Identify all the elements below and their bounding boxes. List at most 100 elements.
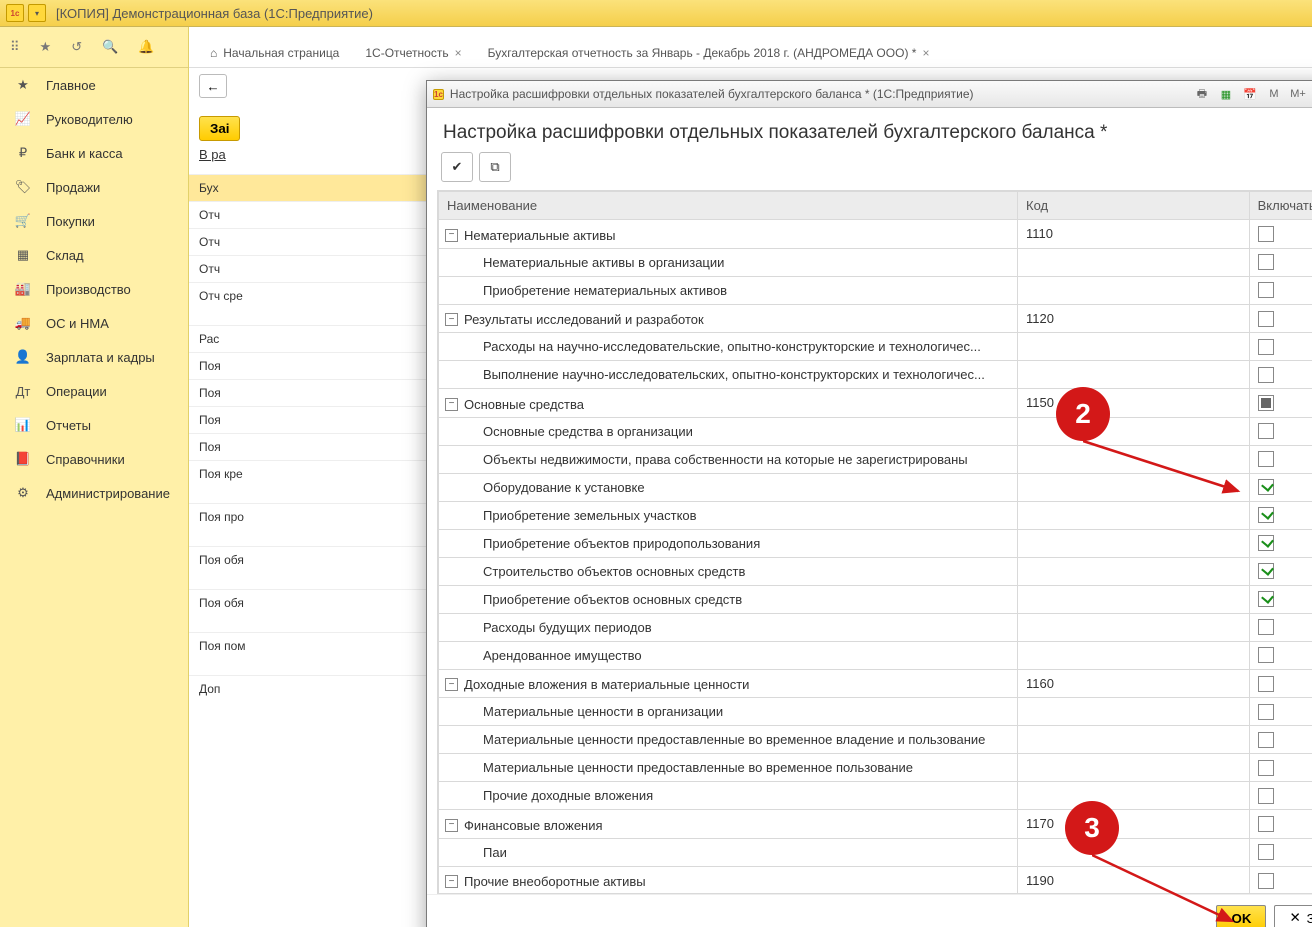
table-row[interactable]: Приобретение объектов природопользования <box>439 529 1312 557</box>
m-plus-button[interactable]: M+ <box>1287 84 1309 104</box>
back-button[interactable]: ← <box>199 74 227 98</box>
sidebar-item[interactable]: ⚙Администрирование <box>0 476 188 510</box>
sidebar-item[interactable]: ★Главное <box>0 68 188 102</box>
tree-toggle-icon[interactable]: − <box>445 875 458 888</box>
sidebar-item[interactable]: 📕Справочники <box>0 442 188 476</box>
table-row[interactable]: −Нематериальные активы1110 <box>439 220 1312 249</box>
sidebar-item[interactable]: 🛒Покупки <box>0 204 188 238</box>
in-work-link[interactable]: В ра <box>199 147 226 162</box>
sidebar-item[interactable]: 🏭Производство <box>0 272 188 306</box>
table-row[interactable]: Арендованное имущество <box>439 641 1312 669</box>
include-checkbox[interactable] <box>1258 676 1274 692</box>
app-menu-dropdown-icon[interactable]: ▾ <box>28 4 46 22</box>
include-checkbox[interactable] <box>1258 367 1274 383</box>
history-icon[interactable]: ↺ <box>71 39 82 55</box>
table-row[interactable]: Основные средства в организации <box>439 417 1312 445</box>
include-checkbox[interactable] <box>1258 311 1274 327</box>
sidebar-item[interactable]: ₽Банк и касса <box>0 136 188 170</box>
include-checkbox[interactable] <box>1258 282 1274 298</box>
sidebar-item[interactable]: ДтОперации <box>0 374 188 408</box>
check-all-button[interactable]: ✔ <box>441 152 473 182</box>
row-name: Прочие внеоборотные активы <box>464 874 646 889</box>
include-checkbox[interactable] <box>1258 844 1274 860</box>
table-row[interactable]: Прочие доходные вложения <box>439 782 1312 810</box>
table-row[interactable]: Расходы будущих периодов <box>439 613 1312 641</box>
include-checkbox[interactable] <box>1258 788 1274 804</box>
notifications-icon[interactable]: 🔔 <box>138 39 154 55</box>
table-row[interactable]: Паи <box>439 838 1312 866</box>
tree-toggle-icon[interactable]: − <box>445 229 458 242</box>
search-icon[interactable]: 🔍 <box>102 39 118 55</box>
table-row[interactable]: Материальные ценности предоставленные во… <box>439 754 1312 782</box>
calc-icon[interactable]: ▦ <box>1215 84 1237 104</box>
sidebar-item[interactable]: 👤Зарплата и кадры <box>0 340 188 374</box>
col-header-code[interactable]: Код <box>1018 192 1250 220</box>
table-row[interactable]: −Основные средства1150 <box>439 389 1312 418</box>
include-checkbox[interactable] <box>1258 732 1274 748</box>
row-code <box>1018 529 1250 557</box>
row-code: 1110 <box>1018 220 1250 249</box>
include-checkbox[interactable] <box>1258 816 1274 832</box>
include-checkbox[interactable] <box>1258 451 1274 467</box>
include-checkbox[interactable] <box>1258 339 1274 355</box>
table-row[interactable]: Строительство объектов основных средств <box>439 557 1312 585</box>
table-row[interactable]: −Результаты исследований и разработок112… <box>439 304 1312 333</box>
calendar-icon[interactable]: 📅 <box>1239 84 1261 104</box>
tree-toggle-icon[interactable]: − <box>445 678 458 691</box>
table-row[interactable]: Материальные ценности предоставленные во… <box>439 726 1312 754</box>
nav-icon: 🏷 <box>14 178 32 196</box>
include-checkbox[interactable] <box>1258 619 1274 635</box>
row-code: 1170 <box>1018 810 1250 839</box>
print-icon[interactable]: 🖶 <box>1191 84 1213 104</box>
col-header-include[interactable]: Включать в отчет <box>1249 192 1312 220</box>
apps-icon[interactable]: ⠿ <box>10 39 20 55</box>
favorite-icon[interactable]: ★ <box>40 39 52 55</box>
table-row[interactable]: Материальные ценности в организации <box>439 698 1312 726</box>
table-row[interactable]: Выполнение научно-исследовательских, опы… <box>439 361 1312 389</box>
table-row[interactable]: Приобретение земельных участков <box>439 501 1312 529</box>
sidebar-item[interactable]: 🚚ОС и НМА <box>0 306 188 340</box>
col-header-name[interactable]: Наименование <box>439 192 1018 220</box>
sidebar-item[interactable]: 📊Отчеты <box>0 408 188 442</box>
include-checkbox[interactable] <box>1258 704 1274 720</box>
table-row[interactable]: Объекты недвижимости, права собственност… <box>439 445 1312 473</box>
tab[interactable]: Бухгалтерская отчетность за Январь - Дек… <box>475 39 943 67</box>
table-row[interactable]: Приобретение объектов основных средств <box>439 585 1312 613</box>
include-checkbox[interactable] <box>1258 254 1274 270</box>
m-button[interactable]: M <box>1263 84 1285 104</box>
tab[interactable]: 1С-Отчетность <box>352 39 474 67</box>
tree-toggle-icon[interactable]: − <box>445 313 458 326</box>
table-row[interactable]: −Прочие внеоборотные активы1190 <box>439 866 1312 893</box>
nav-icon: 🛒 <box>14 212 32 230</box>
table-row[interactable]: Оборудование к установке <box>439 473 1312 501</box>
include-checkbox[interactable] <box>1258 395 1274 411</box>
include-checkbox[interactable] <box>1258 647 1274 663</box>
row-code <box>1018 473 1250 501</box>
include-checkbox[interactable] <box>1258 479 1274 495</box>
tree-toggle-icon[interactable]: − <box>445 819 458 832</box>
include-checkbox[interactable] <box>1258 873 1274 889</box>
tab[interactable]: ⌂Начальная страница <box>197 39 352 67</box>
sidebar-item[interactable]: 📈Руководителю <box>0 102 188 136</box>
table-row[interactable]: −Доходные вложения в материальные ценнос… <box>439 669 1312 698</box>
sidebar-item[interactable]: ▦Склад <box>0 238 188 272</box>
row-name: Приобретение объектов основных средств <box>483 592 742 607</box>
dialog-title: Настройка расшифровки отдельных показате… <box>427 108 1312 152</box>
tree-toggle-icon[interactable]: − <box>445 398 458 411</box>
table-row[interactable]: Приобретение нематериальных активов <box>439 276 1312 304</box>
table-row[interactable]: Нематериальные активы в организации <box>439 248 1312 276</box>
include-checkbox[interactable] <box>1258 423 1274 439</box>
include-checkbox[interactable] <box>1258 591 1274 607</box>
include-checkbox[interactable] <box>1258 507 1274 523</box>
include-checkbox[interactable] <box>1258 760 1274 776</box>
sidebar-item[interactable]: 🏷Продажи <box>0 170 188 204</box>
include-checkbox[interactable] <box>1258 563 1274 579</box>
ok-button[interactable]: OK <box>1216 905 1266 927</box>
table-row[interactable]: −Финансовые вложения1170 <box>439 810 1312 839</box>
include-checkbox[interactable] <box>1258 226 1274 242</box>
include-checkbox[interactable] <box>1258 535 1274 551</box>
table-row[interactable]: Расходы на научно-исследовательские, опы… <box>439 333 1312 361</box>
close-button[interactable]: ✕Закрыть <box>1274 905 1312 927</box>
copy-button[interactable]: ⧉ <box>479 152 511 182</box>
fill-button[interactable]: Заі <box>199 116 240 141</box>
